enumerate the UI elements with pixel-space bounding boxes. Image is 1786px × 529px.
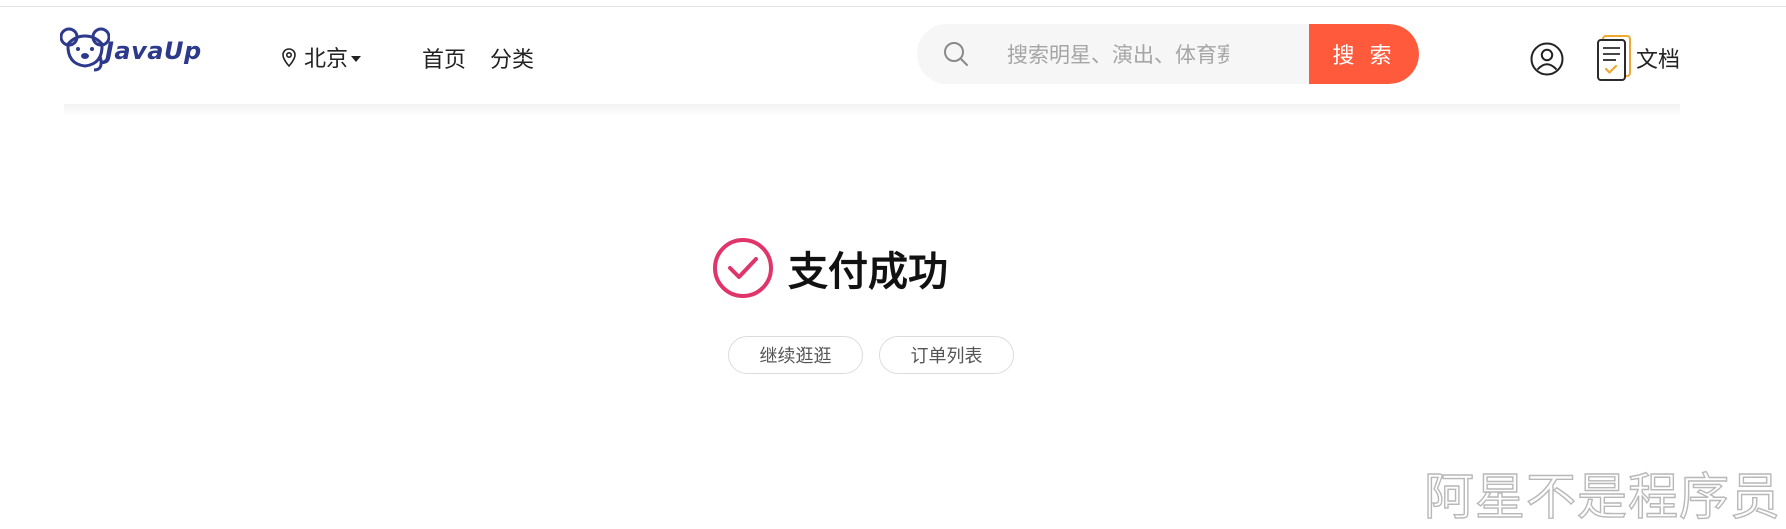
continue-shopping-button[interactable]: 继续逛逛 [728, 336, 863, 374]
nav-home[interactable]: 首页 [422, 42, 466, 74]
logo-text: JavaUp [105, 37, 202, 65]
order-list-button[interactable]: 订单列表 [879, 336, 1014, 374]
koala-logo-icon [60, 27, 110, 72]
docs-link[interactable]: 文档 [1596, 34, 1680, 82]
city-selector[interactable]: 北京 [282, 42, 362, 72]
search-input[interactable] [1005, 24, 1231, 84]
search-button[interactable]: 搜 索 [1309, 24, 1419, 84]
search-icon [944, 42, 968, 66]
search-bar: 搜 索 [917, 24, 1419, 84]
location-pin-icon [282, 47, 296, 67]
city-label: 北京 [304, 47, 349, 72]
document-icon [1597, 35, 1631, 81]
caret-down-icon [351, 55, 362, 62]
site-logo[interactable]: JavaUp [60, 26, 210, 76]
header-shadow [64, 104, 1680, 116]
check-circle-icon [713, 238, 773, 298]
payment-status: 支付成功 [712, 236, 948, 300]
watermark-text: 阿星不是程序员 [1423, 467, 1781, 526]
nav-category[interactable]: 分类 [490, 42, 534, 74]
user-icon[interactable] [1530, 42, 1564, 76]
page-title: 支付成功 [788, 249, 948, 295]
docs-label: 文档 [1636, 48, 1681, 73]
header [0, 7, 1786, 105]
